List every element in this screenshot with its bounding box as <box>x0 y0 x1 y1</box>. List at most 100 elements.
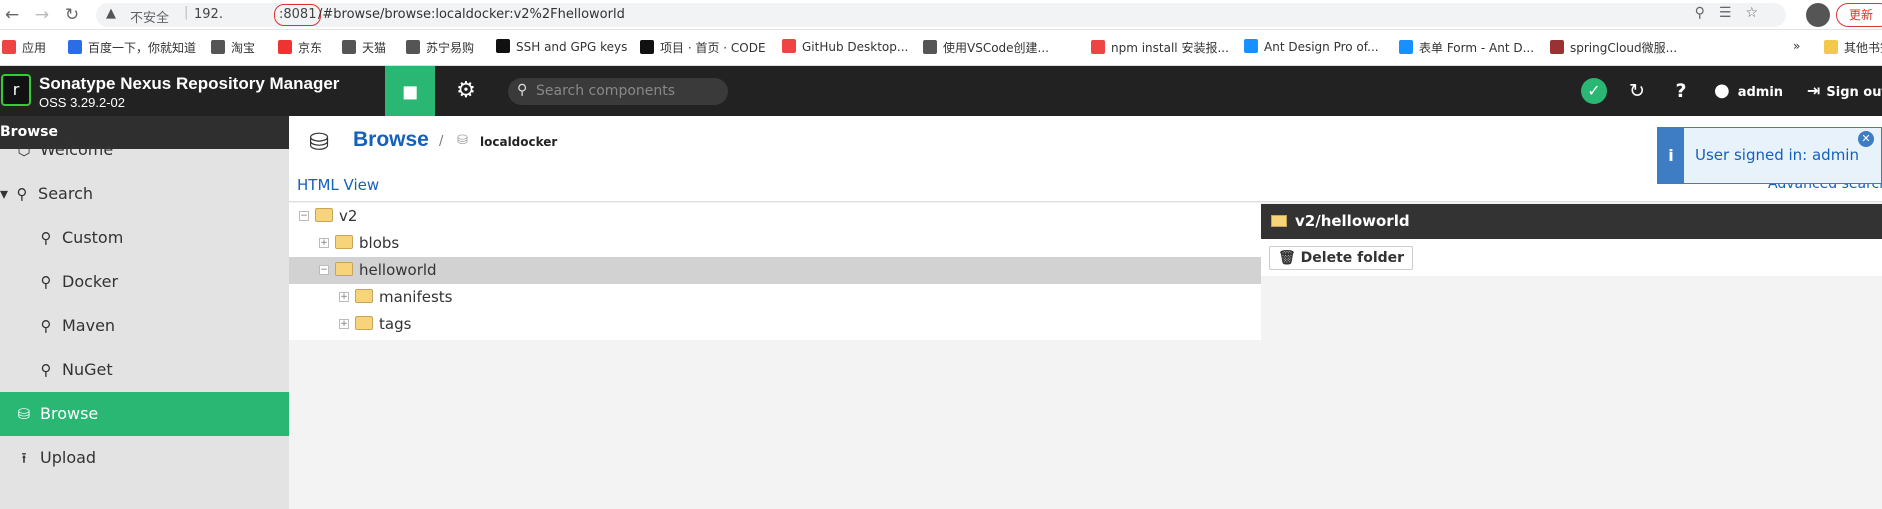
bookmark-item[interactable]: SSH and GPG keys <box>496 39 627 54</box>
detail-title: v2/helloworld <box>1295 212 1410 230</box>
tree-expander-icon[interactable]: − <box>319 265 329 275</box>
tree-node-label: tags <box>379 315 412 333</box>
tree-node[interactable]: + manifests <box>289 284 1261 311</box>
tree-node[interactable]: − v2 <box>289 203 1261 230</box>
bookmark-favicon-icon <box>923 40 937 54</box>
bookmark-item[interactable]: 苏宁易购 <box>406 39 474 56</box>
signout-button[interactable]: ⇥ Sign out <box>1807 78 1882 104</box>
breadcrumb-separator: / <box>439 134 444 149</box>
breadcrumb-repository: localdocker <box>480 135 558 149</box>
sidebar-item-label: Welcome <box>40 140 114 159</box>
back-arrow-icon[interactable]: ← <box>2 5 22 25</box>
sidebar-item-label: NuGet <box>62 360 113 379</box>
bookmark-label: Ant Design Pro of... <box>1264 40 1379 54</box>
administration-button[interactable]: ⚙ <box>448 66 484 116</box>
sidebar-item-browse[interactable]: ⛁ Browse <box>0 392 289 436</box>
bookmark-label: 天猫 <box>362 41 387 55</box>
tree-node-label: manifests <box>379 288 453 306</box>
cube-icon: ◼ <box>401 79 419 103</box>
sidebar-item-custom[interactable]: ⚲ Custom <box>0 216 289 260</box>
bookmark-item[interactable]: 其他书签 <box>1824 39 1882 56</box>
sidebar-item-maven[interactable]: ⚲ Maven <box>0 304 289 348</box>
bookmark-item[interactable]: GitHub Desktop... <box>782 39 908 54</box>
sidebar-item-upload[interactable]: ⭱ Upload <box>0 436 289 480</box>
avatar[interactable] <box>1806 3 1830 27</box>
search-input[interactable] <box>536 81 721 101</box>
bookmarks-bar: 应用 百度一下，你就知道 淘宝 京东 天猫 苏宁易购 SSH and GPG keys 项目 … <box>0 30 1882 66</box>
sidebar: Browse ⬡ Welcome ▾ ⚲ Search ⚲ Custom ⚲ Docker ⚲ Ma… <box>0 116 289 509</box>
folder-open-icon <box>1271 215 1287 227</box>
search-icon: ⚲ <box>40 317 52 335</box>
folder-icon <box>335 235 353 249</box>
bookmark-item[interactable]: 淘宝 <box>211 39 255 56</box>
tree-node-label: blobs <box>359 234 400 252</box>
folder-icon <box>355 316 373 330</box>
tree-expander-icon[interactable]: + <box>319 238 329 248</box>
detail-header: v2/helloworld <box>1261 204 1882 239</box>
address-bar-actions: ⚲☰☆ <box>1695 5 1772 21</box>
folder-icon <box>355 289 373 303</box>
help-icon[interactable]: ? <box>1668 78 1694 104</box>
bookmark-label: 淘宝 <box>231 41 256 55</box>
repository-icon: ⛁ <box>457 133 468 148</box>
folder-tree: − v2 + blobs − helloworld + manifests + tags <box>289 203 1261 340</box>
info-icon: i <box>1658 128 1684 183</box>
sidebar-item-docker[interactable]: ⚲ Docker <box>0 260 289 304</box>
bookmark-label: SSH and GPG keys <box>516 40 628 54</box>
star-icon[interactable]: ☆ <box>1745 5 1772 21</box>
detail-panel: 🗑 Delete folder <box>1261 239 1882 276</box>
tree-expander-icon[interactable]: + <box>339 319 349 329</box>
tree-node[interactable]: + blobs <box>289 230 1261 257</box>
bookmark-label: 表单 Form - Ant D... <box>1419 41 1535 55</box>
bookmark-favicon-icon <box>211 40 225 54</box>
bookmark-label: springCloud微服... <box>1570 41 1678 55</box>
bookmark-favicon-icon <box>1399 40 1413 54</box>
bookmark-favicon-icon <box>1550 40 1564 54</box>
bookmark-item[interactable]: Ant Design Pro of... <box>1244 39 1379 54</box>
url-host: 192. <box>194 7 223 22</box>
bookmark-item[interactable]: 天猫 <box>342 39 386 56</box>
delete-folder-button[interactable]: 🗑 Delete folder <box>1269 246 1414 270</box>
tree-expander-icon[interactable]: − <box>299 211 309 221</box>
bookmark-item[interactable]: 表单 Form - Ant D... <box>1399 39 1534 56</box>
bookmark-item[interactable]: springCloud微服... <box>1550 39 1677 56</box>
status-check-icon[interactable]: ✓ <box>1581 78 1607 104</box>
bookmark-item[interactable]: 使用VSCode创建... <box>923 39 1049 56</box>
tree-expander-icon[interactable]: + <box>339 292 349 302</box>
sidebar-item-label: Custom <box>62 228 124 247</box>
bookmark-item[interactable]: npm install 安装报... <box>1091 39 1229 56</box>
bookmark-item[interactable]: » <box>1793 39 1800 53</box>
reload-icon[interactable]: ↻ <box>62 5 82 25</box>
browse-mode-button[interactable]: ◼ <box>385 66 435 116</box>
nexus-logo-icon[interactable]: r <box>1 74 31 106</box>
bookmark-item[interactable]: 京东 <box>278 39 322 56</box>
sidebar-item-label: Upload <box>40 448 97 467</box>
sidebar-item-search[interactable]: ▾ ⚲ Search <box>0 172 289 216</box>
sidebar-item-welcome[interactable]: ⬡ Welcome <box>0 128 289 172</box>
search-icon: ⚲ <box>16 185 28 203</box>
signed-in-toast: i User signed in: admin ✕ <box>1657 127 1882 184</box>
search-icon: ⚲ <box>40 273 52 291</box>
user-menu[interactable]: ● admin <box>1714 78 1783 104</box>
bookmark-item[interactable]: 应用 <box>2 39 46 56</box>
upload-icon: ⭱ <box>21 449 27 467</box>
refresh-icon[interactable]: ↻ <box>1624 78 1650 104</box>
browser-toolbar: ← → ↻ ▲ 不安全 | 192. :8081 /#browse/browse… <box>0 0 1882 30</box>
tree-node[interactable]: + tags <box>289 311 1261 338</box>
key-icon[interactable]: ⚲ <box>1695 5 1719 21</box>
chevron-down-icon[interactable]: ▾ <box>0 184 8 203</box>
address-bar[interactable]: ▲ 不安全 | 192. :8081 /#browse/browse:local… <box>96 3 1786 27</box>
translate-icon[interactable]: ☰ <box>1719 5 1746 21</box>
tree-node[interactable]: − helloworld <box>289 257 1261 284</box>
update-button[interactable]: 更新 <box>1836 3 1882 27</box>
bookmark-label: npm install 安装报... <box>1111 41 1229 55</box>
sidebar-item-nuget[interactable]: ⚲ NuGet <box>0 348 289 392</box>
delete-folder-label: Delete folder <box>1300 250 1405 266</box>
bookmark-item[interactable]: 项目 · 首页 · CODE <box>640 39 766 56</box>
close-icon[interactable]: ✕ <box>1858 131 1874 147</box>
forward-arrow-icon[interactable]: → <box>32 5 52 25</box>
bookmark-item[interactable]: 百度一下，你就知道 <box>68 39 196 56</box>
html-view-link[interactable]: HTML View <box>297 176 379 194</box>
database-icon: ⛁ <box>17 405 31 423</box>
breadcrumb-root[interactable]: Browse <box>353 128 429 152</box>
